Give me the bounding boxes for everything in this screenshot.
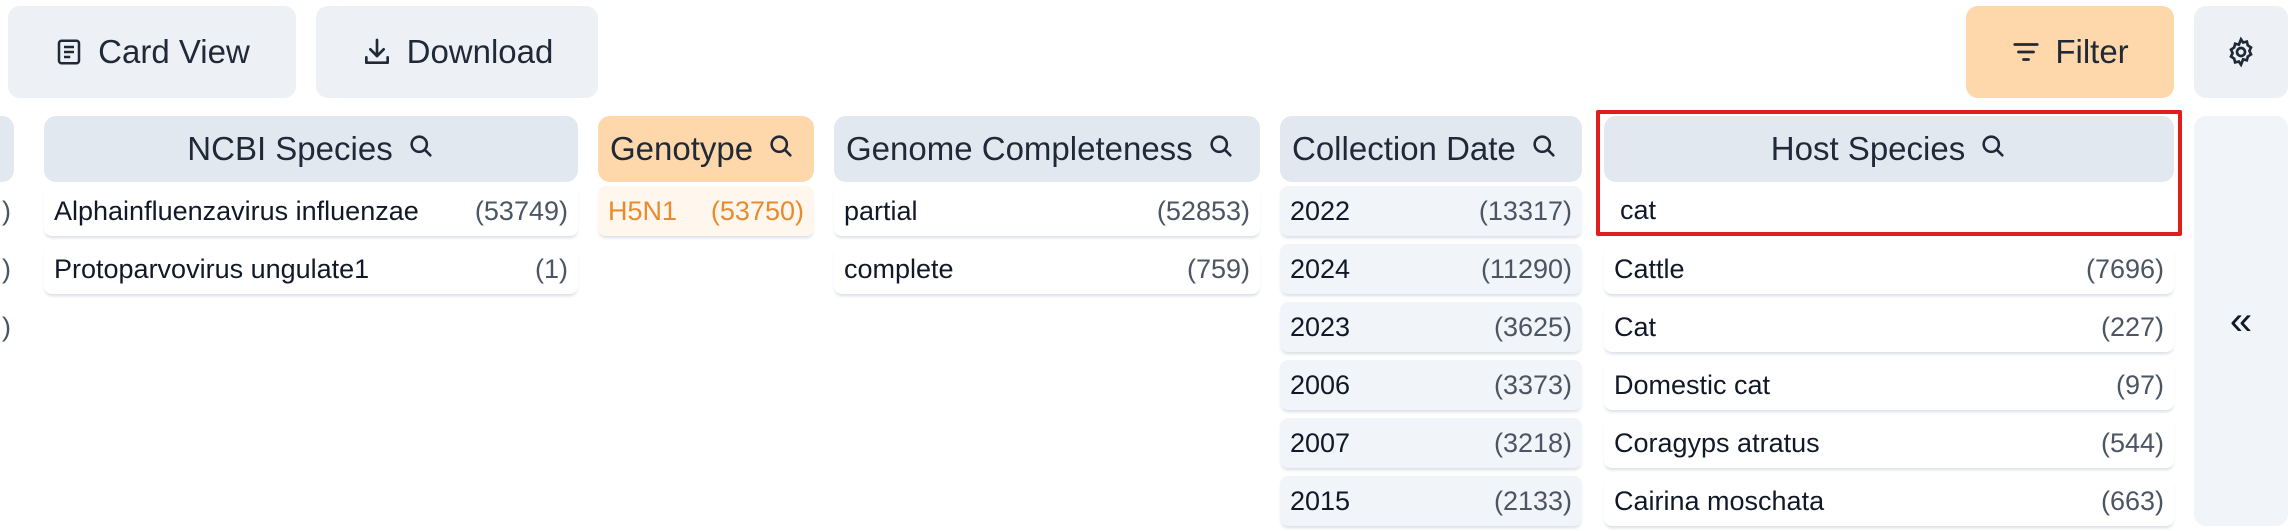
item-count: (3373) (1493, 369, 1572, 400)
toolbar: Card View Download Filter (0, 0, 2294, 108)
filter-label: Filter (2055, 33, 2129, 70)
search-icon[interactable] (767, 130, 795, 168)
item-label: H5N1 (608, 195, 678, 226)
column-header-ncbi-species[interactable]: NCBI Species (44, 116, 578, 182)
card-view-label: Card View (98, 33, 250, 70)
list-item[interactable]: Cattle (7696) (1604, 244, 2174, 294)
truncated-count: ) (2, 254, 11, 284)
double-chevron-left-icon: « (2229, 298, 2253, 343)
item-label: Domestic cat (1614, 369, 1771, 400)
column-title: Genome Completeness (846, 130, 1193, 167)
item-label: Alphainfluenzavirus influenzae (54, 195, 419, 226)
item-count: (1) (535, 253, 568, 284)
list-item[interactable]: 2022 (13317) (1280, 186, 1582, 236)
item-count: (3625) (1493, 311, 1572, 342)
item-count: (13317) (1478, 195, 1572, 226)
download-button[interactable]: Download (316, 6, 598, 98)
list-item[interactable]: Protoparvovirus ungulate1 (1) (44, 244, 578, 294)
gear-icon (2225, 36, 2257, 68)
item-count: (544) (2100, 427, 2164, 458)
item-count: (663) (2100, 485, 2164, 516)
download-icon (361, 36, 393, 68)
column-title: Genotype (610, 130, 754, 167)
item-count: (227) (2100, 311, 2164, 342)
item-label: 2006 (1290, 369, 1351, 400)
item-label: complete (844, 253, 954, 284)
item-count: (53750) (710, 195, 804, 226)
item-count: (53749) (474, 195, 568, 226)
item-count: (97) (2115, 369, 2164, 400)
list-item[interactable]: Cat (227) (1604, 302, 2174, 352)
list-item[interactable]: partial (52853) (834, 186, 1260, 236)
collapse-panel-button[interactable]: « (2194, 116, 2288, 526)
item-count: (11290) (1480, 253, 1572, 284)
filter-icon (2011, 37, 2041, 67)
list-item[interactable]: complete (759) (834, 244, 1260, 294)
item-count: (52853) (1156, 195, 1250, 226)
card-view-icon (54, 37, 84, 67)
item-label: 2007 (1290, 427, 1351, 458)
list-item[interactable]: 2023 (3625) (1280, 302, 1582, 352)
list-item[interactable]: 2007 (3218) (1280, 418, 1582, 468)
item-count: (2133) (1493, 485, 1572, 516)
list-item-selected[interactable]: H5N1 (53750) (598, 186, 814, 236)
item-label: 2022 (1290, 195, 1351, 226)
item-label: Coragyps atratus (1614, 427, 1820, 458)
column-header-genome-completeness[interactable]: Genome Completeness (834, 116, 1260, 182)
column-header-genotype[interactable]: Genotype (598, 116, 814, 182)
item-label: 2015 (1290, 485, 1351, 516)
filter-button[interactable]: Filter (1966, 6, 2174, 98)
column-title: NCBI Species (187, 130, 393, 167)
list-item[interactable]: Domestic cat (97) (1604, 360, 2174, 410)
list-item[interactable]: 2024 (11290) (1280, 244, 1582, 294)
column-title: Collection Date (1292, 130, 1516, 167)
item-label: Cattle (1614, 253, 1685, 284)
host-species-search-input[interactable] (1606, 186, 2166, 234)
item-count: (759) (1186, 253, 1250, 284)
item-label: Protoparvovirus ungulate1 (54, 253, 370, 284)
download-label: Download (406, 33, 554, 70)
settings-button[interactable] (2194, 6, 2288, 98)
item-label: 2023 (1290, 311, 1351, 342)
list-item[interactable]: 2006 (3373) (1280, 360, 1582, 410)
search-icon[interactable] (1530, 130, 1558, 168)
column-header-collection-date[interactable]: Collection Date (1280, 116, 1582, 182)
item-label: 2024 (1290, 253, 1351, 284)
list-item[interactable]: Alphainfluenzavirus influenzae (53749) (44, 186, 578, 236)
item-label: Cat (1614, 311, 1657, 342)
item-count: (7696) (2085, 253, 2164, 284)
list-item[interactable]: 2015 (2133) (1280, 476, 1582, 526)
search-icon[interactable] (1207, 130, 1235, 168)
truncated-count: ) (2, 312, 11, 342)
truncated-count: ) (2, 196, 11, 226)
card-view-button[interactable]: Card View (8, 6, 296, 98)
list-item[interactable]: Cairina moschata (663) (1604, 476, 2174, 526)
search-icon[interactable] (407, 130, 435, 168)
truncated-column-header (0, 116, 14, 182)
list-item[interactable]: Coragyps atratus (544) (1604, 418, 2174, 468)
item-label: Cairina moschata (1614, 485, 1825, 516)
item-label: partial (844, 195, 918, 226)
item-count: (3218) (1493, 427, 1572, 458)
